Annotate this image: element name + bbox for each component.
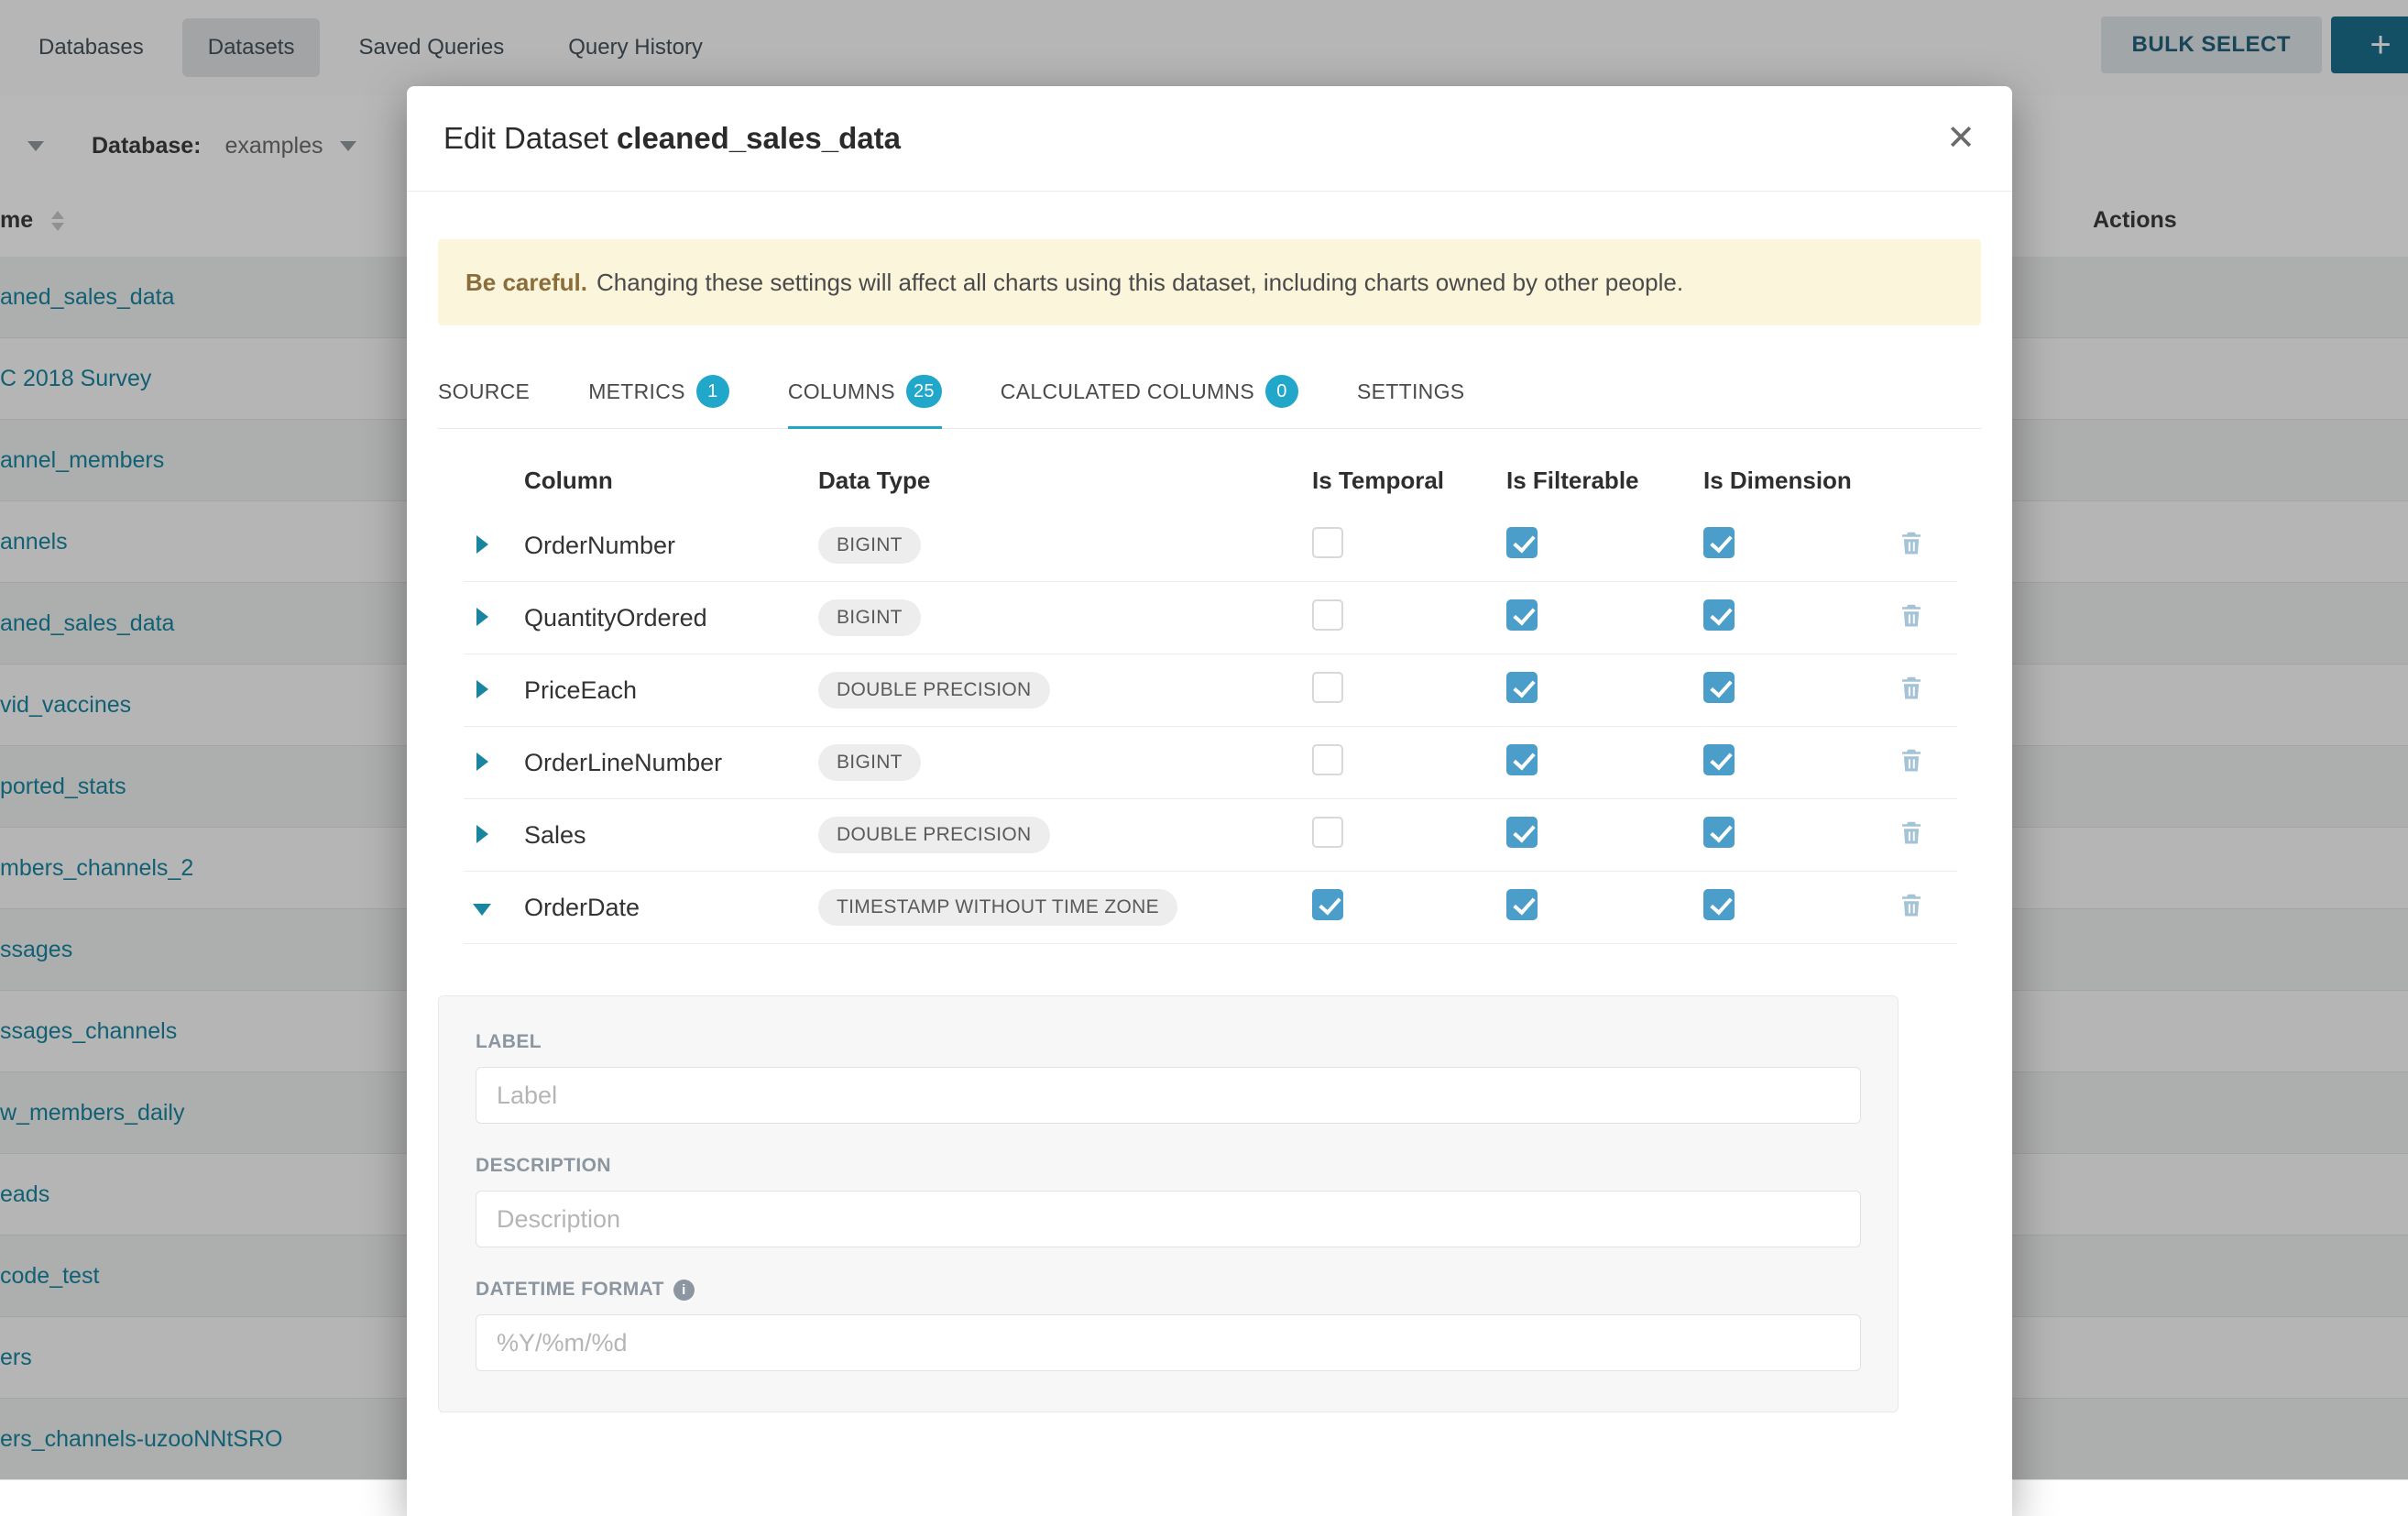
- is-dimension-checkbox[interactable]: [1703, 817, 1735, 848]
- tab-label: COLUMNS: [788, 379, 895, 404]
- description-field-label: DESCRIPTION: [476, 1155, 1861, 1177]
- is-filterable-checkbox[interactable]: [1506, 744, 1538, 775]
- is-dimension-checkbox[interactable]: [1703, 527, 1735, 558]
- is-temporal-checkbox[interactable]: [1312, 527, 1343, 558]
- description-input[interactable]: [476, 1191, 1861, 1247]
- data-type-pill: BIGINT: [818, 599, 921, 636]
- delete-column-icon[interactable]: [1898, 890, 1925, 919]
- column-name: OrderNumber: [509, 532, 799, 560]
- header-is-dimension: Is Dimension: [1703, 467, 1898, 495]
- delete-column-icon[interactable]: [1898, 528, 1925, 557]
- is-temporal-checkbox[interactable]: [1312, 889, 1343, 920]
- is-temporal-checkbox[interactable]: [1312, 672, 1343, 703]
- modal-header: Edit Dataset cleaned_sales_data ✕: [407, 86, 2012, 192]
- tab-columns[interactable]: COLUMNS 25: [788, 362, 942, 429]
- column-name: QuantityOrdered: [509, 604, 799, 632]
- expand-toggle[interactable]: [464, 676, 509, 705]
- modal-title-dataset-name: cleaned_sales_data: [617, 121, 901, 155]
- column-row: QuantityOrdered BIGINT: [464, 582, 1957, 654]
- column-row: OrderDate TIMESTAMP WITHOUT TIME ZONE: [464, 872, 1957, 944]
- tab-label: SETTINGS: [1357, 379, 1464, 404]
- label-input[interactable]: [476, 1067, 1861, 1124]
- modal-tabs: SOURCE METRICS 1 COLUMNS 25 CALCULATED C…: [438, 362, 1981, 429]
- tab-count-badge: 1: [696, 375, 729, 408]
- close-icon[interactable]: ✕: [1946, 121, 1976, 156]
- delete-column-icon[interactable]: [1898, 600, 1925, 630]
- caret-right-icon: [476, 753, 488, 771]
- edit-dataset-modal: Edit Dataset cleaned_sales_data ✕ Be car…: [407, 86, 2012, 1516]
- delete-column-icon[interactable]: [1898, 673, 1925, 702]
- data-type-pill: BIGINT: [818, 527, 921, 564]
- column-name: OrderDate: [509, 894, 799, 922]
- header-data-type: Data Type: [799, 467, 1312, 495]
- modal-title-prefix: Edit Dataset: [443, 121, 608, 155]
- column-detail-panel: LABEL DESCRIPTION DATETIME FORMAT i: [438, 995, 1899, 1412]
- warning-banner-bold: Be careful.: [465, 269, 587, 297]
- tab-metrics[interactable]: METRICS 1: [588, 362, 729, 429]
- tab-calculated-columns[interactable]: CALCULATED COLUMNS 0: [1001, 362, 1298, 429]
- is-dimension-checkbox[interactable]: [1703, 672, 1735, 703]
- tab-label: METRICS: [588, 379, 685, 404]
- header-is-filterable: Is Filterable: [1506, 467, 1703, 495]
- column-row: OrderLineNumber BIGINT: [464, 727, 1957, 799]
- columns-table-header: Column Data Type Is Temporal Is Filterab…: [464, 451, 1957, 510]
- data-type-pill: BIGINT: [818, 744, 921, 781]
- info-icon[interactable]: i: [673, 1280, 695, 1301]
- is-temporal-checkbox[interactable]: [1312, 817, 1343, 848]
- data-type-pill: DOUBLE PRECISION: [818, 817, 1050, 853]
- column-name: Sales: [509, 821, 799, 850]
- is-dimension-checkbox[interactable]: [1703, 889, 1735, 920]
- warning-banner: Be careful. Changing these settings will…: [438, 239, 1981, 325]
- expand-toggle[interactable]: [464, 604, 509, 632]
- tab-label: SOURCE: [438, 379, 530, 404]
- modal-body: Be careful. Changing these settings will…: [407, 239, 2012, 1412]
- datetime-format-field-label: DATETIME FORMAT i: [476, 1279, 1861, 1301]
- column-row: Sales DOUBLE PRECISION: [464, 799, 1957, 872]
- tab-count-badge: 0: [1265, 375, 1298, 408]
- tab-count-badge: 25: [906, 375, 942, 408]
- column-name: PriceEach: [509, 676, 799, 705]
- is-temporal-checkbox[interactable]: [1312, 599, 1343, 631]
- caret-right-icon: [476, 535, 488, 554]
- header-is-temporal: Is Temporal: [1312, 467, 1506, 495]
- tab-label: CALCULATED COLUMNS: [1001, 379, 1254, 404]
- expand-toggle[interactable]: [464, 894, 509, 922]
- is-dimension-checkbox[interactable]: [1703, 744, 1735, 775]
- warning-banner-text: Changing these settings will affect all …: [597, 269, 1683, 297]
- is-filterable-checkbox[interactable]: [1506, 889, 1538, 920]
- label-field-label: LABEL: [476, 1031, 1861, 1053]
- column-name: OrderLineNumber: [509, 749, 799, 777]
- columns-table: Column Data Type Is Temporal Is Filterab…: [464, 451, 1957, 944]
- delete-column-icon[interactable]: [1898, 818, 1925, 847]
- modal-title: Edit Dataset cleaned_sales_data: [443, 121, 901, 156]
- column-row: OrderNumber BIGINT: [464, 510, 1957, 582]
- data-type-pill: TIMESTAMP WITHOUT TIME ZONE: [818, 889, 1177, 926]
- is-filterable-checkbox[interactable]: [1506, 817, 1538, 848]
- caret-down-icon: [473, 904, 491, 916]
- label-field-group: LABEL: [476, 1031, 1861, 1155]
- caret-right-icon: [476, 680, 488, 698]
- description-field-group: DESCRIPTION: [476, 1155, 1861, 1279]
- caret-right-icon: [476, 608, 488, 626]
- is-filterable-checkbox[interactable]: [1506, 527, 1538, 558]
- data-type-pill: DOUBLE PRECISION: [818, 672, 1050, 709]
- expand-toggle[interactable]: [464, 821, 509, 850]
- is-filterable-checkbox[interactable]: [1506, 672, 1538, 703]
- datetime-format-input[interactable]: [476, 1314, 1861, 1371]
- delete-column-icon[interactable]: [1898, 745, 1925, 774]
- column-row: PriceEach DOUBLE PRECISION: [464, 654, 1957, 727]
- is-temporal-checkbox[interactable]: [1312, 744, 1343, 775]
- tab-settings[interactable]: SETTINGS: [1357, 362, 1464, 429]
- datetime-format-field-group: DATETIME FORMAT i: [476, 1279, 1861, 1371]
- is-dimension-checkbox[interactable]: [1703, 599, 1735, 631]
- tab-source[interactable]: SOURCE: [438, 362, 530, 429]
- expand-toggle[interactable]: [464, 532, 509, 560]
- header-column: Column: [509, 467, 799, 495]
- caret-right-icon: [476, 825, 488, 843]
- expand-toggle[interactable]: [464, 749, 509, 777]
- is-filterable-checkbox[interactable]: [1506, 599, 1538, 631]
